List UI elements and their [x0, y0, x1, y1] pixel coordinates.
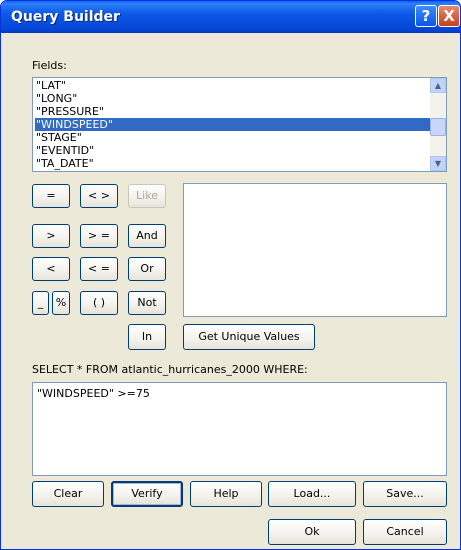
less-than-button[interactable]: <	[32, 257, 70, 281]
scroll-down-icon[interactable]: ▼	[430, 156, 446, 171]
help-button[interactable]: Help	[190, 481, 262, 507]
ok-button[interactable]: Ok	[268, 519, 356, 545]
unique-values-list[interactable]	[183, 183, 447, 317]
window-title: Query Builder	[11, 9, 120, 25]
greater-than-button[interactable]: >	[32, 224, 70, 248]
and-button[interactable]: And	[128, 224, 166, 248]
cancel-button[interactable]: Cancel	[363, 519, 447, 545]
underscore-button[interactable]: _	[32, 291, 49, 315]
list-item[interactable]: "PRESSURE"	[35, 105, 104, 118]
scroll-thumb[interactable]	[430, 118, 446, 136]
not-equal-button[interactable]: < >	[80, 184, 118, 208]
close-icon[interactable]: X	[438, 5, 460, 27]
list-item[interactable]: "TA_DATE"	[35, 157, 94, 170]
percent-button[interactable]: %	[52, 291, 70, 315]
load-button[interactable]: Load...	[268, 481, 356, 507]
or-button[interactable]: Or	[128, 257, 166, 281]
fields-scrollbar[interactable]: ▲ ▼	[430, 78, 446, 171]
where-clause-text: "WINDSPEED" >=75	[37, 387, 150, 400]
title-bar[interactable]: Query Builder ? X	[1, 1, 460, 33]
greater-equal-button[interactable]: > =	[80, 224, 118, 248]
query-builder-dialog: Query Builder ? X Fields: "LAT" "LONG" "…	[0, 0, 461, 550]
equals-button[interactable]: =	[32, 184, 70, 208]
in-button[interactable]: In	[128, 324, 166, 350]
clear-button[interactable]: Clear	[32, 481, 104, 507]
not-button[interactable]: Not	[128, 291, 166, 315]
fields-list[interactable]: "LAT" "LONG" "PRESSURE" "WINDSPEED" "STA…	[32, 77, 447, 172]
where-clause-input[interactable]: "WINDSPEED" >=75	[32, 382, 447, 476]
help-icon[interactable]: ?	[415, 5, 437, 27]
fields-label: Fields:	[32, 59, 67, 72]
like-button[interactable]: Like	[128, 184, 166, 208]
sql-prefix-label: SELECT * FROM atlantic_hurricanes_2000 W…	[32, 363, 308, 376]
scroll-up-icon[interactable]: ▲	[430, 78, 446, 93]
less-equal-button[interactable]: < =	[80, 257, 118, 281]
list-item[interactable]: "LONG"	[35, 92, 77, 105]
list-item[interactable]: "EVENTID"	[35, 144, 94, 157]
list-item[interactable]: "STAGE"	[35, 131, 82, 144]
list-item-selected[interactable]: "WINDSPEED"	[35, 118, 430, 131]
parentheses-button[interactable]: ( )	[80, 291, 118, 315]
list-item[interactable]: "LAT"	[35, 79, 66, 92]
verify-button[interactable]: Verify	[111, 481, 183, 507]
save-button[interactable]: Save...	[363, 481, 447, 507]
get-unique-values-button[interactable]: Get Unique Values	[183, 324, 315, 350]
